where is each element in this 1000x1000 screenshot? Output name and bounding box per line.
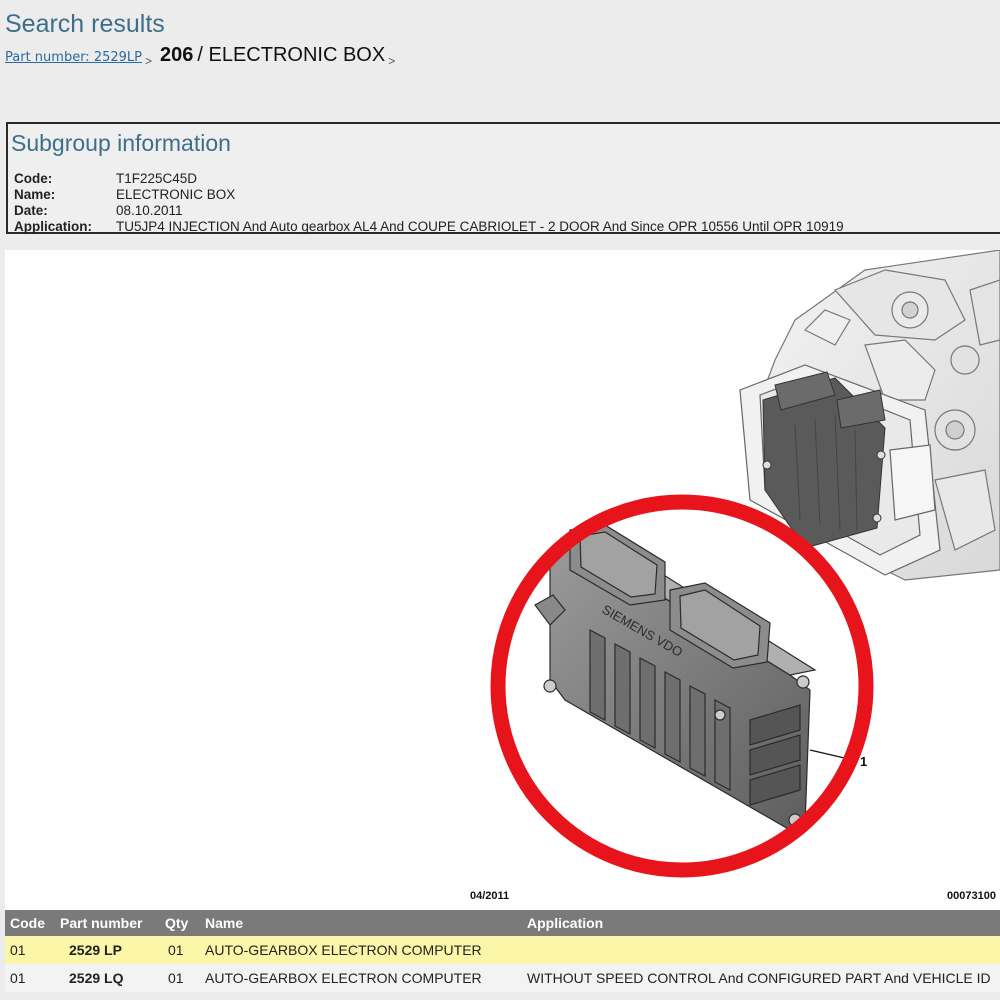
info-value-code: T1F225C45D xyxy=(116,171,198,186)
cell-part-number[interactable]: 2529 LQ xyxy=(55,964,160,992)
subgroup-information-panel: Subgroup information Code: T1F225C45D Na… xyxy=(6,122,1000,234)
cell-qty: 01 xyxy=(160,936,200,964)
diagram-date-stamp: 04/2011 xyxy=(470,890,510,902)
cell-name: AUTO-GEARBOX ELECTRON COMPUTER xyxy=(200,964,522,992)
breadcrumb-trailing-separator: > xyxy=(388,54,396,68)
info-label: Date: xyxy=(14,203,48,218)
column-header-part-number[interactable]: Part number xyxy=(55,910,160,936)
info-label: Application: xyxy=(14,219,92,234)
column-header-application[interactable]: Application xyxy=(522,910,1000,936)
cell-qty: 01 xyxy=(160,964,200,992)
info-row-name: Name: ELECTRONIC BOX xyxy=(14,187,235,202)
subgroup-title: Subgroup information xyxy=(11,130,231,156)
parts-diagram: SIEMENS VDO 1 04/2011 00073100 xyxy=(5,250,1000,910)
info-value-application: TU5JP4 INJECTION And Auto gearbox AL4 An… xyxy=(116,219,844,234)
breadcrumb: Part number: 2529LP > 206 / ELECTRONIC B… xyxy=(5,44,403,68)
installed-ecu xyxy=(762,371,886,549)
info-row-date: Date: 08.10.2011 xyxy=(14,203,183,218)
column-header-name[interactable]: Name xyxy=(200,910,522,936)
table-row[interactable]: 01 2529 LQ 01 AUTO-GEARBOX ELECTRON COMP… xyxy=(5,964,1000,992)
table-row[interactable]: 01 2529 LP 01 AUTO-GEARBOX ELECTRON COMP… xyxy=(5,936,1000,964)
cell-code: 01 xyxy=(5,936,55,964)
breadcrumb-part-number-link[interactable]: Part number: 2529LP xyxy=(5,50,142,65)
parts-diagram-illustration: SIEMENS VDO xyxy=(490,250,1000,878)
info-label: Code: xyxy=(14,171,53,186)
ecu-module: SIEMENS VDO xyxy=(534,524,817,831)
page-title: Search results xyxy=(5,10,165,38)
callout-number[interactable]: 1 xyxy=(860,754,867,769)
cell-name: AUTO-GEARBOX ELECTRON COMPUTER xyxy=(200,936,522,964)
info-label: Name: xyxy=(14,187,56,202)
breadcrumb-separator: > xyxy=(144,54,152,68)
diagram-reference-number: 00073100 xyxy=(947,890,996,902)
cell-application xyxy=(522,936,1000,964)
cell-application: WITHOUT SPEED CONTROL And CONFIGURED PAR… xyxy=(522,964,1000,992)
info-value-name: ELECTRONIC BOX xyxy=(116,187,236,202)
breadcrumb-current: / ELECTRONIC BOX xyxy=(197,44,386,66)
cell-code: 01 xyxy=(5,964,55,992)
column-header-code[interactable]: Code xyxy=(5,910,55,936)
table-header-row: Code Part number Qty Name Application xyxy=(5,910,1000,936)
parts-table: Code Part number Qty Name Application 01… xyxy=(5,910,1000,992)
breadcrumb-model: 206 xyxy=(160,44,194,66)
cell-part-number[interactable]: 2529 LP xyxy=(55,936,160,964)
info-row-application: Application: TU5JP4 INJECTION And Auto g… xyxy=(14,219,844,234)
column-header-qty[interactable]: Qty xyxy=(160,910,200,936)
info-row-code: Code: T1F225C45D xyxy=(14,171,197,186)
info-value-date: 08.10.2011 xyxy=(116,203,183,218)
